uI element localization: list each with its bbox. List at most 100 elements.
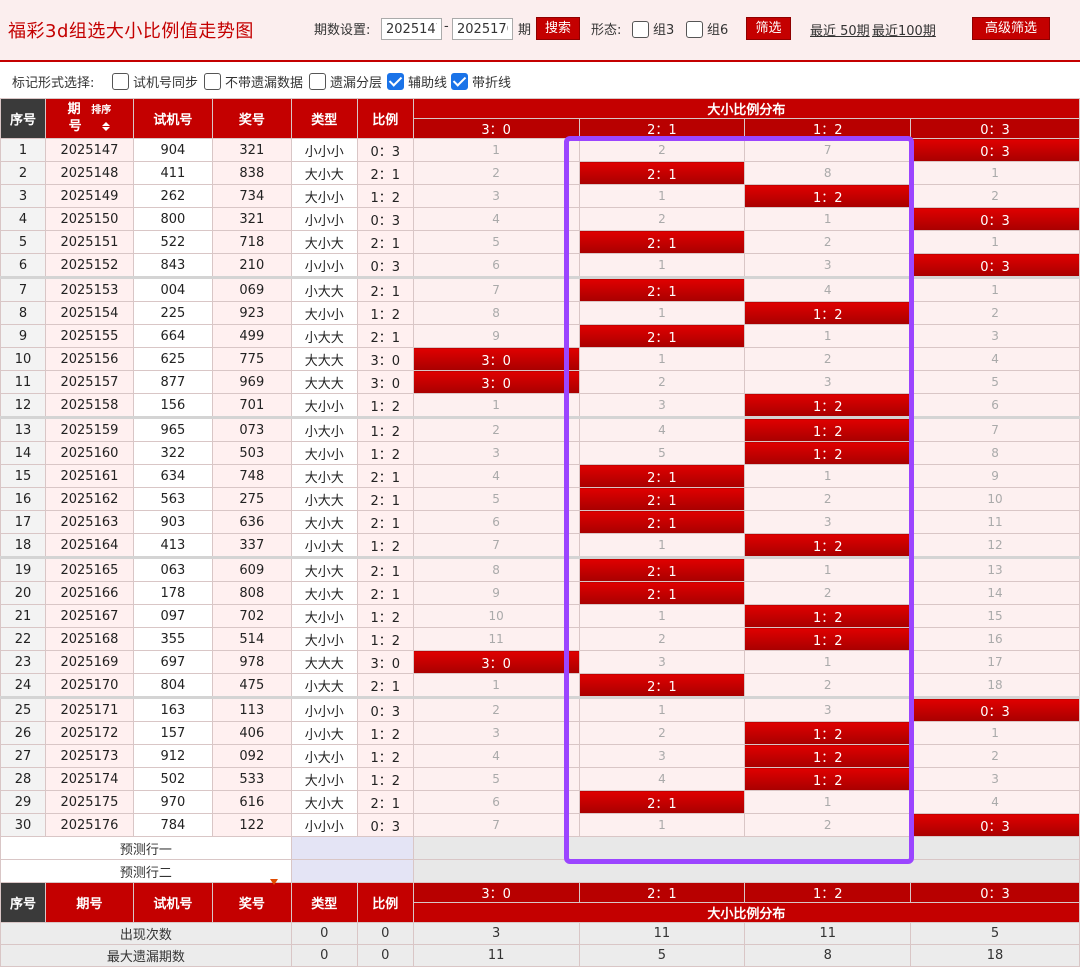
dist-hit-cell: 1：2: [744, 301, 912, 325]
foot-col-dist-21: 2：1: [578, 882, 746, 903]
row-ratio: 3：0: [356, 347, 414, 371]
row-prize: 734: [211, 184, 292, 208]
row-ratio: 0：3: [356, 138, 414, 162]
period-unit: 期: [518, 23, 532, 38]
dist-omission-cell: 4: [412, 744, 580, 768]
recent-100-link[interactable]: 最近100期: [872, 20, 936, 39]
table-row: 12 2025158 156 701 大小小 1：2 1 3 1：2 6: [0, 393, 1080, 418]
row-seq: 15: [0, 464, 46, 488]
table-row: 8 2025154 225 923 大小小 1：2 8 1 1：2 2: [0, 301, 1080, 325]
period-to-input[interactable]: [452, 18, 513, 40]
row-issue: 2025162: [44, 487, 134, 511]
search-button[interactable]: 搜索: [536, 17, 580, 40]
table-row: 2 2025148 411 838 大小大 2：1 2 2：1 8 1: [0, 161, 1080, 185]
row-issue: 2025169: [44, 650, 134, 674]
foot-issue-a: 期: [76, 897, 90, 912]
col-issue[interactable]: 期 排序 号: [44, 98, 134, 139]
dist-omission-cell: 4: [578, 767, 746, 791]
sort-icon[interactable]: [102, 122, 111, 131]
row-prize: 073: [211, 416, 292, 442]
dist-omission-cell: 2: [744, 813, 912, 837]
row-seq: 17: [0, 510, 46, 534]
stats-dist-cell: 5: [910, 922, 1080, 945]
row-issue: 2025171: [44, 696, 134, 722]
prediction-row-2[interactable]: 预测行二: [0, 859, 292, 883]
dist-omission-cell: 13: [910, 556, 1080, 582]
dist-omission-cell: 7: [910, 416, 1080, 442]
row-ratio: 1：2: [356, 184, 414, 208]
row-type: 大小大: [290, 556, 358, 582]
dist-hit-cell: 2：1: [578, 556, 746, 582]
row-type: 大小小: [290, 627, 358, 651]
page-title: 福彩3d组选大小比例值走势图: [8, 21, 254, 42]
polyline-label: 带折线: [472, 76, 512, 91]
row-type: 大小小: [290, 393, 358, 418]
dist-omission-cell: 3: [412, 184, 580, 208]
row-trial: 004: [132, 276, 213, 302]
row-type: 小小小: [290, 253, 358, 278]
dist-omission-cell: 2: [744, 673, 912, 698]
dist-omission-cell: 2: [744, 487, 912, 511]
sort-label[interactable]: 排序: [91, 105, 111, 116]
period-from-input[interactable]: [381, 18, 442, 40]
row-issue: 2025175: [44, 790, 134, 814]
dist-omission-cell: 4: [412, 464, 580, 488]
foot-col-ratio: 比例: [356, 882, 414, 923]
row-type: 大小小: [290, 184, 358, 208]
dist-omission-cell: 4: [578, 416, 746, 442]
dist-omission-cell: 3: [412, 441, 580, 465]
row-type: 大小大: [290, 161, 358, 185]
row-type: 大小大: [290, 790, 358, 814]
row-prize: 321: [211, 138, 292, 162]
omission-layer-checkbox[interactable]: [309, 73, 326, 90]
dist-omission-cell: 6: [412, 253, 580, 278]
dist-hit-cell: 2：1: [578, 790, 746, 814]
col-trial: 试机号: [132, 98, 213, 139]
dist-omission-cell: 1: [578, 301, 746, 325]
no-omission-label: 不带遗漏数据: [225, 76, 304, 91]
table-row: 29 2025175 970 616 大小大 2：1 6 2：1 1 4: [0, 790, 1080, 814]
row-issue: 2025164: [44, 533, 134, 558]
row-type: 大小大: [290, 230, 358, 254]
row-trial: 634: [132, 464, 213, 488]
group3-checkbox[interactable]: [632, 21, 649, 38]
col-dist-03: 0：3: [910, 118, 1080, 139]
prediction-row-1[interactable]: 预测行一: [0, 836, 292, 860]
dist-omission-cell: 1: [412, 138, 580, 162]
stats-type: 0: [290, 944, 358, 967]
dist-omission-cell: 18: [910, 673, 1080, 698]
row-seq: 10: [0, 347, 46, 371]
table-row: 20 2025166 178 808 大小大 2：1 9 2：1 2 14: [0, 581, 1080, 605]
dist-omission-cell: 2: [578, 721, 746, 745]
polyline-checkbox[interactable]: [451, 73, 468, 90]
row-issue: 2025157: [44, 370, 134, 394]
row-issue: 2025152: [44, 253, 134, 278]
dist-omission-cell: 9: [412, 324, 580, 348]
dist-omission-cell: 2: [412, 161, 580, 185]
group6-checkbox[interactable]: [686, 21, 703, 38]
prediction-row-1-dist: [412, 836, 1080, 860]
dist-hit-cell: 3：0: [412, 370, 580, 394]
row-type: 大大大: [290, 650, 358, 674]
advanced-filter-button[interactable]: 高级筛选: [972, 17, 1050, 40]
prediction-row-2-blank: [290, 859, 414, 883]
dist-hit-cell: 2：1: [578, 324, 746, 348]
row-prize: 702: [211, 604, 292, 628]
dist-omission-cell: 3: [412, 721, 580, 745]
dist-omission-cell: 1: [910, 721, 1080, 745]
aux-line-checkbox[interactable]: [387, 73, 404, 90]
top-toolbar: 福彩3d组选大小比例值走势图 期数设置: - 期 搜索 形态: 组3 组6 筛选…: [0, 0, 1080, 62]
no-omission-checkbox[interactable]: [204, 73, 221, 90]
aux-line-label: 辅助线: [408, 76, 448, 91]
row-ratio: 1：2: [356, 767, 414, 791]
arrow-down-icon[interactable]: [270, 879, 278, 885]
trial-sync-checkbox[interactable]: [112, 73, 129, 90]
foot-col-dist-12: 1：2: [744, 882, 912, 903]
row-trial: 178: [132, 581, 213, 605]
dist-hit-cell: 1：2: [744, 744, 912, 768]
filter-button[interactable]: 筛选: [746, 17, 791, 40]
dist-omission-cell: 9: [910, 464, 1080, 488]
recent-50-link[interactable]: 最近 50期: [810, 20, 870, 39]
row-seq: 18: [0, 533, 46, 558]
row-ratio: 1：2: [356, 604, 414, 628]
